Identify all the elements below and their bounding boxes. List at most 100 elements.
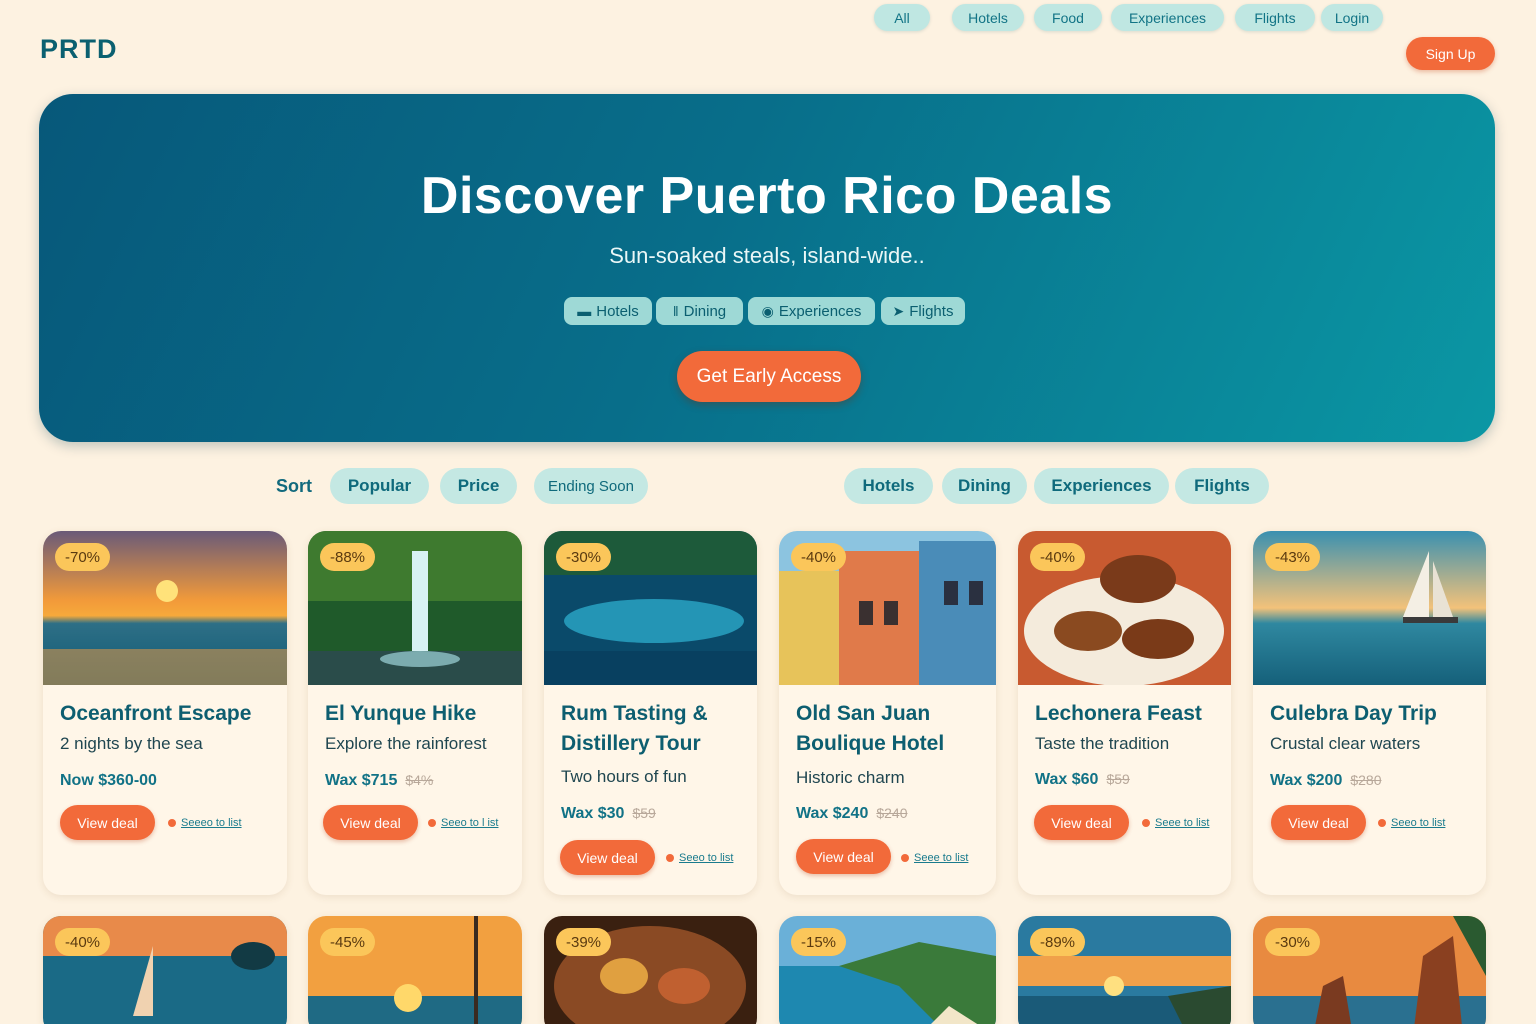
sort-price[interactable]: Price <box>440 468 517 504</box>
save-to-list-link[interactable]: Seee to list <box>1142 817 1209 829</box>
view-deal-button[interactable]: View deal <box>796 839 891 874</box>
price-now: Wax $240 <box>796 805 869 822</box>
save-to-list-link[interactable]: Seeeo to list <box>168 817 242 829</box>
deal-card-rum-tasting[interactable]: -30% Rum Tasting & Distillery Tour Two h… <box>544 531 757 895</box>
price-old: $59 <box>1106 771 1130 787</box>
filter-hotels[interactable]: Hotels <box>844 468 933 504</box>
save-to-list-label: Seeeo to list <box>181 817 242 829</box>
deal-card-oceanfront-escape[interactable]: -70% Oceanfront Escape 2 nights by the s… <box>43 531 287 895</box>
bed-icon: ▬ <box>577 303 592 319</box>
bullet-icon <box>168 819 176 827</box>
card-title: Rum Tasting & Distillery Tour <box>561 702 708 755</box>
discount-badge: -40% <box>55 928 111 956</box>
filter-dining[interactable]: Dining <box>942 468 1027 504</box>
card-price: Wax $30 $59 <box>561 805 656 823</box>
card-description: Crustal clear waters <box>1270 734 1421 753</box>
price-old: $59 <box>632 805 656 821</box>
discount-badge: -15% <box>791 928 847 956</box>
view-deal-button[interactable]: View deal <box>60 805 155 840</box>
card-title: Oceanfront Escape <box>60 702 252 725</box>
nav-flights[interactable]: Flights <box>1235 4 1315 31</box>
price-now: Now $360-00 <box>60 772 157 789</box>
brand-logo[interactable]: PRTD <box>40 34 118 65</box>
deal-card-lechonera-feast[interactable]: -40% Lechonera Feast Taste the tradition… <box>1018 531 1231 895</box>
deal-card[interactable]: -45% <box>308 916 522 1024</box>
discount-badge: -88% <box>320 543 376 571</box>
nav-hotels[interactable]: Hotels <box>952 4 1024 31</box>
view-deal-button[interactable]: View deal <box>323 805 418 840</box>
discount-badge: -40% <box>1030 543 1086 571</box>
discount-badge: -39% <box>556 928 612 956</box>
nav-all[interactable]: All <box>874 4 930 31</box>
card-price: Wax $200 $280 <box>1270 772 1382 790</box>
save-to-list-link[interactable]: Seee to list <box>901 852 968 864</box>
card-description: Two hours of fun <box>561 767 687 786</box>
price-old: $240 <box>876 805 908 821</box>
nav-login[interactable]: Login <box>1321 4 1383 31</box>
filter-flights[interactable]: Flights <box>1175 468 1269 504</box>
deal-card[interactable]: -15% <box>779 916 996 1024</box>
hero-chip-label: Hotels <box>596 302 639 320</box>
bullet-icon <box>901 854 909 862</box>
card-price: Now $360-00 <box>60 772 157 790</box>
discount-badge: -45% <box>320 928 376 956</box>
discount-badge: -70% <box>55 543 111 571</box>
sort-label: Sort <box>276 476 312 496</box>
bullet-icon <box>666 854 674 862</box>
save-to-list-link[interactable]: Seeo to list <box>666 852 733 864</box>
deal-card[interactable]: -40% <box>43 916 287 1024</box>
save-to-list-label: Seeo to l ist <box>441 817 499 829</box>
price-now: Wax $200 <box>1270 772 1343 789</box>
nav-food[interactable]: Food <box>1034 4 1102 31</box>
sign-up-button[interactable]: Sign Up <box>1406 37 1495 70</box>
card-price: Wax $715 $4% <box>325 772 433 790</box>
deal-card-culebra-day-trip[interactable]: -43% Culebra Day Trip Crustal clear wate… <box>1253 531 1486 895</box>
discount-badge: -30% <box>556 543 612 571</box>
cutlery-icon: ‖ <box>672 303 679 319</box>
get-early-access-button[interactable]: Get Early Access <box>677 351 861 402</box>
card-description: Explore the rainforest <box>325 734 487 753</box>
card-price: Wax $60 $59 <box>1035 771 1130 789</box>
hero-chip-dining[interactable]: ‖ Dining <box>656 297 743 325</box>
nav-experiences[interactable]: Experiences <box>1111 4 1224 31</box>
globe-icon: ◉ <box>761 302 774 319</box>
hero-category-chips: ▬ Hotels ‖ Dining ◉ Experiences ➤ Flight… <box>564 297 984 325</box>
deal-card-old-san-juan-hotel[interactable]: -40% Old San Juan Boulique Hotel Histori… <box>779 531 996 895</box>
bullet-icon <box>1378 819 1386 827</box>
card-description: Taste the tradition <box>1035 734 1170 753</box>
view-deal-button[interactable]: View deal <box>1034 805 1129 840</box>
bullet-icon <box>428 819 436 827</box>
view-deal-button[interactable]: View deal <box>1271 805 1366 840</box>
hero-chip-hotels[interactable]: ▬ Hotels <box>564 297 652 325</box>
save-to-list-label: Seee to list <box>914 852 969 864</box>
deal-card[interactable]: -30% <box>1253 916 1486 1024</box>
card-title: Old San Juan Boulique Hotel <box>796 702 945 755</box>
hero-banner: Discover Puerto Rico Deals Sun-soaked st… <box>39 94 1495 442</box>
save-to-list-label: Seeo to list <box>1391 817 1446 829</box>
discount-badge: -43% <box>1265 543 1321 571</box>
price-now: Wax $30 <box>561 805 625 822</box>
hero-chip-label: Dining <box>683 302 727 320</box>
card-title: Lechonera Feast <box>1035 702 1202 725</box>
sort-popular[interactable]: Popular <box>330 468 429 504</box>
discount-badge: -89% <box>1030 928 1086 956</box>
filter-experiences[interactable]: Experiences <box>1034 468 1169 504</box>
price-now: Wax $60 <box>1035 771 1099 788</box>
discount-badge: -40% <box>791 543 847 571</box>
deal-card[interactable]: -89% <box>1018 916 1231 1024</box>
save-to-list-label: Seeo to list <box>679 852 734 864</box>
price-old: $4% <box>405 772 434 788</box>
hero-chip-label: Experiences <box>778 302 862 320</box>
card-description: Historic charm <box>796 768 905 787</box>
card-description: 2 nights by the sea <box>60 734 203 753</box>
hero-chip-experiences[interactable]: ◉ Experiences <box>748 297 875 325</box>
deal-card-el-yunque-hike[interactable]: -88% El Yunque Hike Explore the rainfore… <box>308 531 522 895</box>
save-to-list-link[interactable]: Seeo to list <box>1378 817 1445 829</box>
save-to-list-label: Seee to list <box>1155 817 1210 829</box>
save-to-list-link[interactable]: Seeo to l ist <box>428 817 498 829</box>
card-title: Culebra Day Trip <box>1270 702 1437 725</box>
hero-chip-flights[interactable]: ➤ Flights <box>881 297 965 325</box>
deal-card[interactable]: -39% <box>544 916 757 1024</box>
sort-ending-soon[interactable]: Ending Soon <box>534 468 648 504</box>
view-deal-button[interactable]: View deal <box>560 840 655 875</box>
